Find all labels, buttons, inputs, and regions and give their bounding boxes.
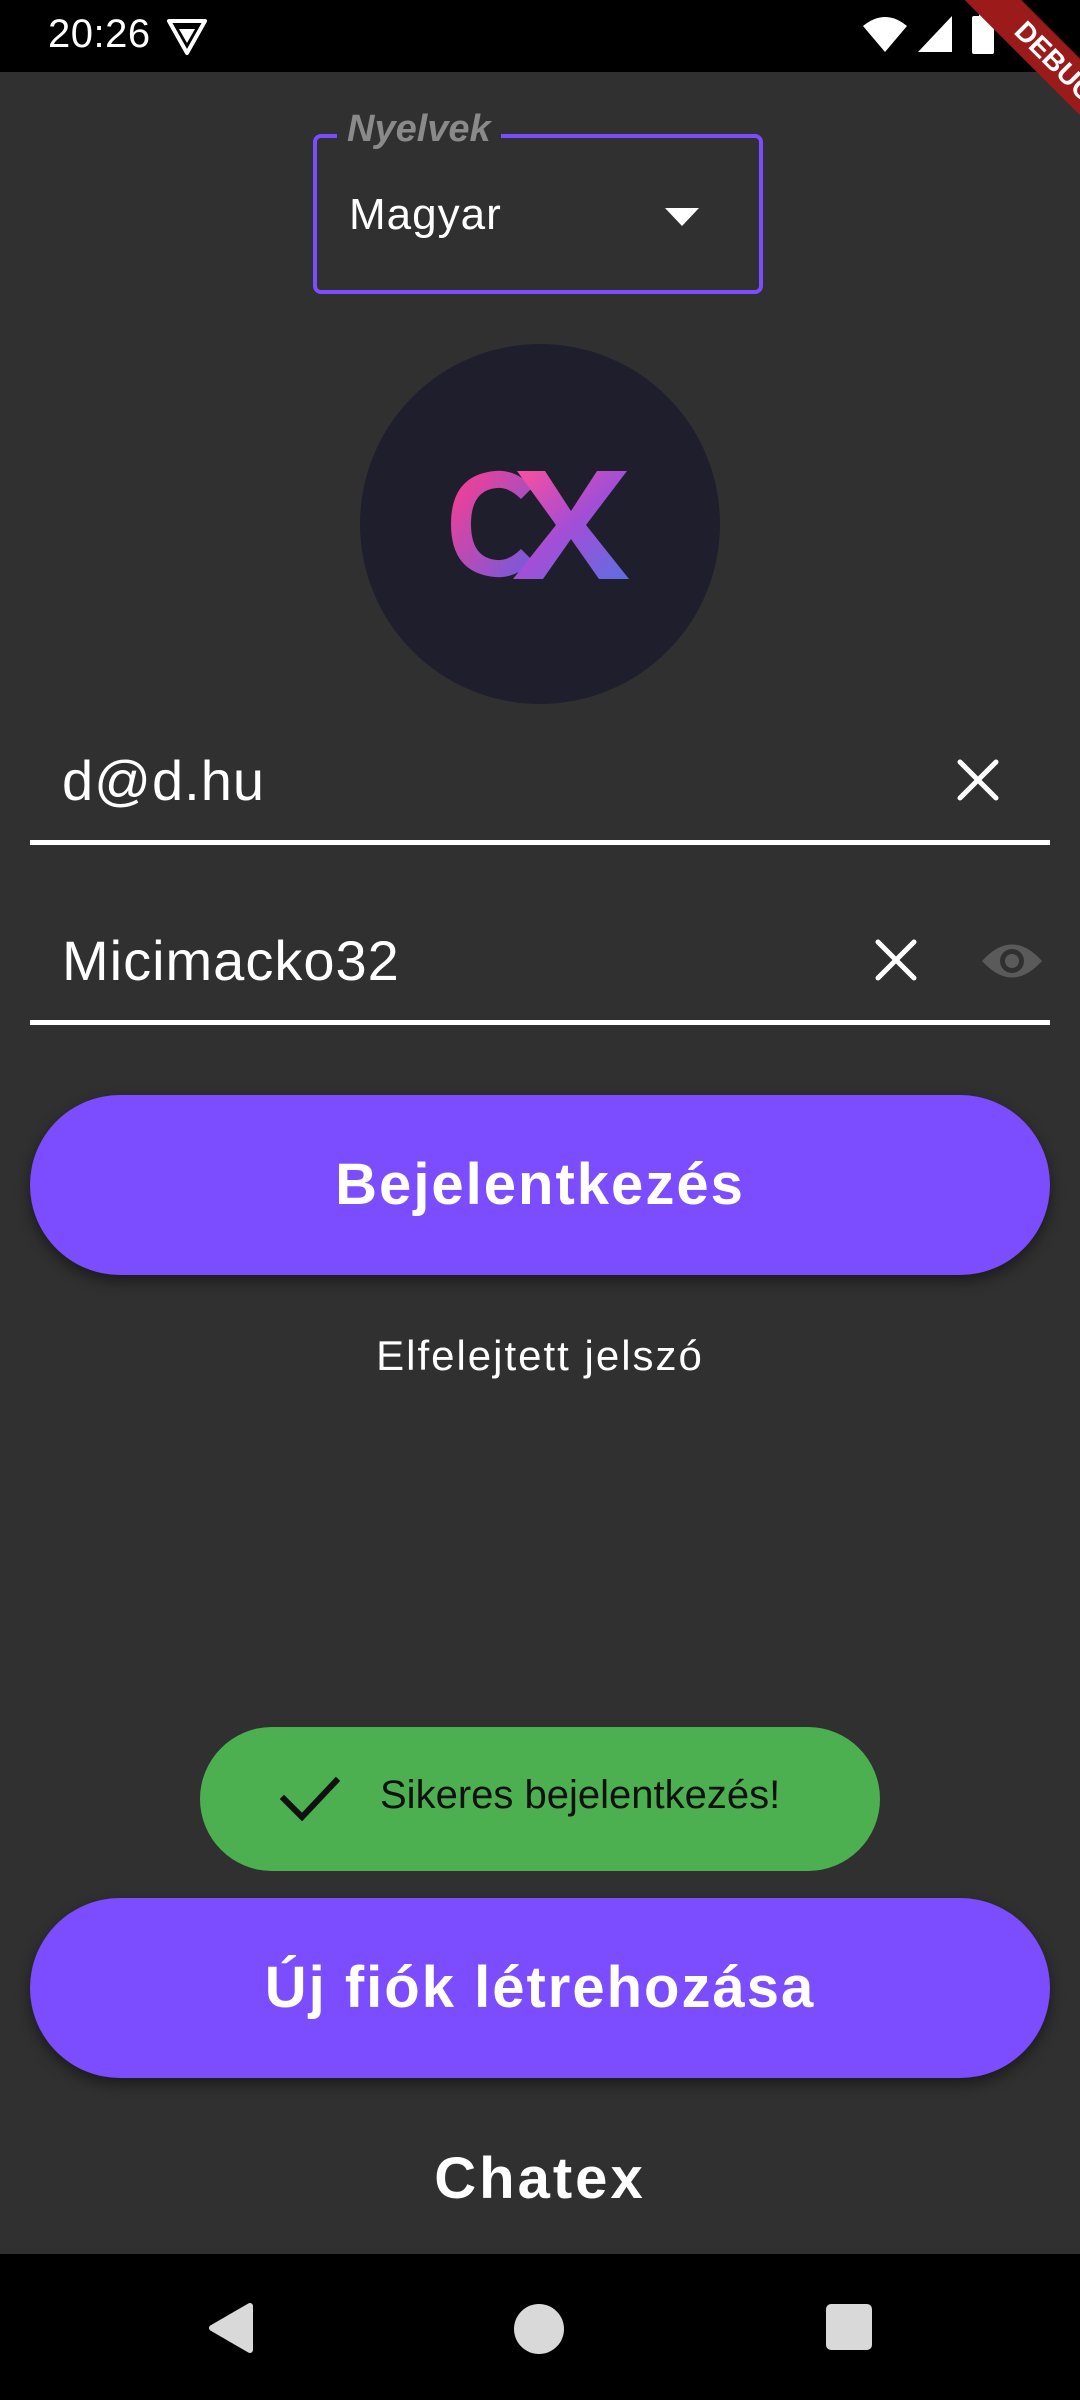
- back-icon[interactable]: [206, 2302, 254, 2354]
- battery-icon: [972, 12, 994, 54]
- status-bar: 20:26: [0, 0, 1080, 72]
- email-field[interactable]: d@d.hu: [30, 730, 1050, 845]
- recents-icon[interactable]: [826, 2304, 872, 2350]
- snackbar-message: Sikeres bejelentkezés!: [380, 1773, 781, 1817]
- check-icon: [280, 1776, 340, 1821]
- email-input-value[interactable]: d@d.hu: [62, 748, 265, 813]
- signal-icon: [918, 16, 952, 52]
- app-logo: [360, 344, 720, 704]
- password-field[interactable]: Micimacko32: [30, 910, 1050, 1025]
- status-time: 20:26: [48, 12, 151, 56]
- home-icon[interactable]: [514, 2304, 564, 2354]
- login-button[interactable]: Bejelentkezés: [30, 1095, 1050, 1275]
- success-snackbar: Sikeres bejelentkezés!: [200, 1727, 880, 1871]
- eye-icon[interactable]: [980, 940, 1044, 982]
- cx-logo-icon: [451, 470, 629, 579]
- language-dropdown-value: Magyar: [349, 190, 502, 239]
- forgot-password-link[interactable]: Elfelejtett jelszó: [0, 1332, 1080, 1380]
- clear-password-icon[interactable]: [874, 938, 918, 982]
- dropdown-arrow-icon: [665, 208, 699, 226]
- language-dropdown[interactable]: Nyelvek Magyar: [313, 108, 763, 294]
- create-account-button[interactable]: Új fiók létrehozása: [30, 1898, 1050, 2078]
- vpn-shield-icon: [167, 19, 207, 55]
- clear-email-icon[interactable]: [956, 758, 1000, 802]
- password-input-value[interactable]: Micimacko32: [62, 928, 400, 993]
- language-dropdown-label: Nyelvek: [337, 108, 501, 151]
- navigation-bar: [0, 2254, 1080, 2400]
- app-name: Chatex: [434, 2146, 646, 2211]
- wifi-icon: [863, 17, 907, 52]
